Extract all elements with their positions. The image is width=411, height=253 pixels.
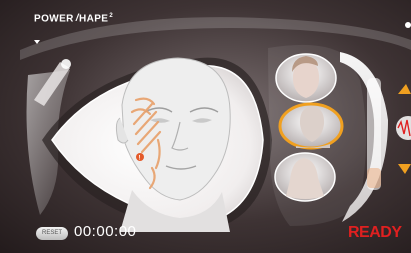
zone-thumb-decollete[interactable] (274, 152, 336, 202)
top-indicator (405, 22, 411, 28)
caret-down-icon[interactable] (34, 40, 40, 44)
status-indicator: READY (348, 224, 402, 241)
zone-thumb-face[interactable] (275, 53, 337, 103)
warning-marker-text: ! (139, 156, 141, 162)
zone-thumb-neck[interactable] (278, 102, 344, 150)
arrow-down-icon[interactable] (398, 164, 411, 174)
brand-text: POWER (34, 13, 74, 25)
screen-graphics: ! (20, 17, 411, 232)
brand-logo: POWER/HAPE2 (34, 13, 114, 25)
arrow-up-icon[interactable] (398, 84, 411, 94)
brand-sup: 2 (109, 13, 114, 19)
brand-text-2: HAPE (78, 13, 109, 25)
device-screen: ! POWER /HAPE2 RESET 00:00:00 READY (0, 0, 411, 253)
waveform-icon[interactable] (396, 116, 411, 140)
timer-display: 00:00:00 (74, 223, 137, 240)
reset-button[interactable]: RESET (36, 227, 68, 240)
